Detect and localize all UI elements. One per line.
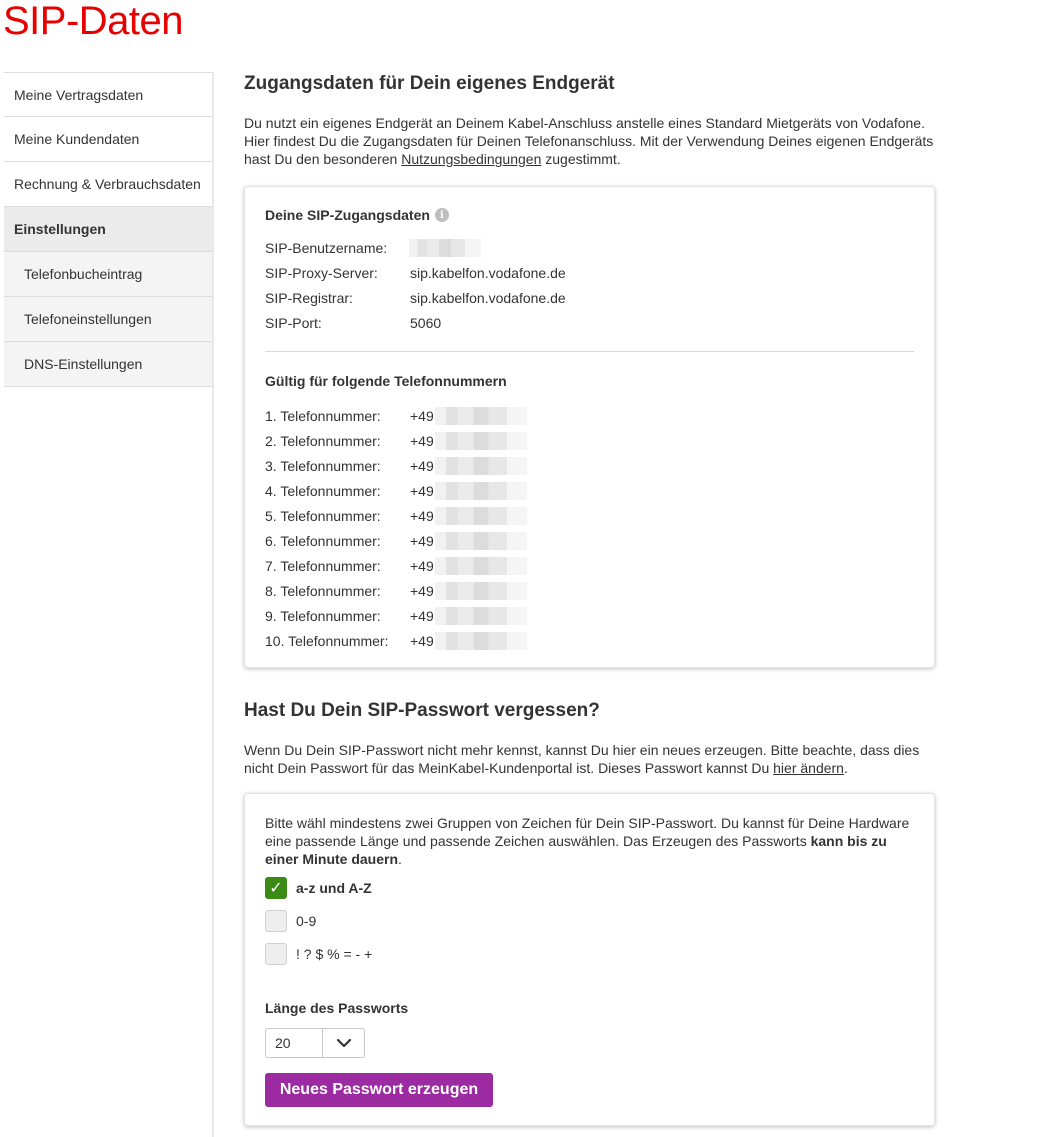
phone-number-row: 8. Telefonnummer: +49 bbox=[265, 578, 914, 603]
access-heading: Zugangsdaten für Dein eigenes Endgerät bbox=[244, 73, 615, 94]
phone-number-row: 4. Telefonnummer: +49 bbox=[265, 478, 914, 503]
phone-number-label: 9. Telefonnummer: bbox=[265, 607, 381, 624]
redacted-number bbox=[434, 531, 527, 550]
phone-number-prefix: +49 bbox=[410, 507, 434, 524]
phone-number-label: 1. Telefonnummer: bbox=[265, 407, 381, 424]
access-intro-end: zugestimmt. bbox=[541, 151, 621, 167]
checkbox-unchecked-icon[interactable] bbox=[265, 909, 287, 932]
sidebar-item-rechnung[interactable]: Rechnung & Verbrauchsdaten bbox=[4, 162, 213, 207]
option-label: a-z und A-Z bbox=[296, 879, 372, 896]
phone-number-label: 2. Telefonnummer: bbox=[265, 432, 381, 449]
length-select-value: 20 bbox=[275, 1035, 291, 1051]
phone-number-prefix: +49 bbox=[410, 457, 434, 474]
sidebar-item-einstellungen[interactable]: Einstellungen bbox=[4, 207, 213, 252]
sidebar-item-vertragsdaten[interactable]: Meine Vertragsdaten bbox=[4, 72, 213, 117]
password-intro: Wenn Du Dein SIP-Passwort nicht mehr ken… bbox=[244, 741, 936, 777]
phone-number-row: 3. Telefonnummer: +49 bbox=[265, 453, 914, 478]
redacted-number bbox=[434, 456, 527, 475]
main-content: Zugangsdaten für Dein eigenes Endgerät D… bbox=[244, 72, 936, 1126]
phone-number-label: 8. Telefonnummer: bbox=[265, 582, 381, 599]
chevron-down-icon[interactable] bbox=[322, 1029, 364, 1057]
option-symbols[interactable]: ! ? $ % = - + bbox=[265, 937, 914, 970]
info-icon[interactable]: i bbox=[434, 208, 449, 222]
card-divider bbox=[265, 351, 914, 352]
phone-number-row: 5. Telefonnummer: +49 bbox=[265, 503, 914, 528]
checkbox-unchecked-icon[interactable] bbox=[265, 942, 287, 965]
phone-number-row: 2. Telefonnummer: +49 bbox=[265, 428, 914, 453]
change-password-link[interactable]: hier ändern bbox=[773, 760, 844, 776]
phone-number-label: 10. Telefonnummer: bbox=[265, 632, 389, 649]
phone-number-label: 6. Telefonnummer: bbox=[265, 532, 381, 549]
phone-number-prefix: +49 bbox=[410, 582, 434, 599]
redacted-number bbox=[434, 481, 527, 500]
phone-number-prefix: +49 bbox=[410, 482, 434, 499]
password-heading: Hast Du Dein SIP-Passwort vergessen? bbox=[244, 700, 600, 721]
phone-number-prefix: +49 bbox=[410, 607, 434, 624]
redacted-number bbox=[434, 581, 527, 600]
phone-number-row: 6. Telefonnummer: +49 bbox=[265, 528, 914, 553]
phone-number-label: 3. Telefonnummer: bbox=[265, 457, 381, 474]
redacted-number bbox=[434, 431, 527, 450]
kv-label: SIP-Proxy-Server: bbox=[265, 264, 378, 281]
redacted-number bbox=[434, 631, 527, 650]
phone-number-list: 1. Telefonnummer: +49 2. Telefonnummer: +4… bbox=[265, 403, 914, 653]
phone-number-prefix: +49 bbox=[410, 557, 434, 574]
generate-password-button[interactable]: Neues Passwort erzeugen bbox=[265, 1073, 493, 1107]
redacted-username bbox=[409, 238, 481, 257]
numbers-title: Gültig für folgende Telefonnummern bbox=[265, 373, 507, 389]
redacted-number bbox=[434, 506, 527, 525]
sip-registrar-value: sip.kabelfon.vodafone.de bbox=[410, 289, 566, 306]
phone-number-label: 7. Telefonnummer: bbox=[265, 557, 381, 574]
sip-username-value bbox=[409, 238, 481, 257]
option-digits[interactable]: 0-9 bbox=[265, 904, 914, 937]
sip-credentials-card: Deine SIP-Zugangsdaten i SIP-Benutzernam… bbox=[244, 186, 935, 668]
access-intro: Du nutzt ein eigenes Endgerät an Deinem … bbox=[244, 114, 936, 168]
sip-credentials-title-text: Deine SIP-Zugangsdaten bbox=[265, 207, 430, 223]
password-generator-card: Bitte wähl mindestens zwei Gruppen von Z… bbox=[244, 793, 935, 1126]
sip-credentials-list: SIP-Benutzername: SIP-Proxy-Server: sip.… bbox=[265, 235, 914, 335]
redacted-number bbox=[434, 606, 527, 625]
kv-row-username: SIP-Benutzername: bbox=[265, 235, 914, 260]
option-letters[interactable]: ✓ a-z und A-Z bbox=[265, 871, 914, 904]
terms-link[interactable]: Nutzungsbedingungen bbox=[401, 151, 541, 167]
checkbox-checked-icon[interactable]: ✓ bbox=[265, 876, 287, 899]
phone-number-prefix: +49 bbox=[410, 632, 434, 649]
phone-number-row: 7. Telefonnummer: +49 bbox=[265, 553, 914, 578]
kv-row-registrar: SIP-Registrar: sip.kabelfon.vodafone.de bbox=[265, 285, 914, 310]
kv-row-proxy: SIP-Proxy-Server: sip.kabelfon.vodafone.… bbox=[265, 260, 914, 285]
phone-number-prefix: +49 bbox=[410, 532, 434, 549]
phone-number-prefix: +49 bbox=[410, 432, 434, 449]
phone-number-prefix: +49 bbox=[410, 407, 434, 424]
option-label: ! ? $ % = - + bbox=[296, 945, 373, 962]
phone-number-row: 10. Telefonnummer: +49 bbox=[265, 628, 914, 653]
phone-number-label: 5. Telefonnummer: bbox=[265, 507, 381, 524]
page-title: SIP-Daten bbox=[3, 0, 184, 43]
kv-label: SIP-Registrar: bbox=[265, 289, 353, 306]
password-generator-desc: Bitte wähl mindestens zwei Gruppen von Z… bbox=[265, 814, 915, 868]
sidebar-item-telefoneinstellungen[interactable]: Telefoneinstellungen bbox=[4, 297, 213, 342]
charset-options: ✓ a-z und A-Z 0-9 ! ? $ % = - + bbox=[265, 871, 914, 970]
redacted-number bbox=[434, 406, 527, 425]
kv-row-port: SIP-Port: 5060 bbox=[265, 310, 914, 335]
phone-number-row: 9. Telefonnummer: +49 bbox=[265, 603, 914, 628]
desc-end: . bbox=[398, 851, 402, 867]
sidebar-item-kundendaten[interactable]: Meine Kundendaten bbox=[4, 117, 213, 162]
sidebar-item-dns-einstellungen[interactable]: DNS-Einstellungen bbox=[4, 342, 213, 387]
redacted-number bbox=[434, 556, 527, 575]
kv-label: SIP-Benutzername: bbox=[265, 239, 388, 256]
sip-proxy-value: sip.kabelfon.vodafone.de bbox=[410, 264, 566, 281]
option-label: 0-9 bbox=[296, 912, 317, 929]
phone-number-label: 4. Telefonnummer: bbox=[265, 482, 381, 499]
length-select[interactable]: 20 bbox=[265, 1028, 365, 1058]
length-label: Länge des Passworts bbox=[265, 1000, 409, 1016]
sidebar-item-telefonbucheintrag[interactable]: Telefonbucheintrag bbox=[4, 252, 213, 297]
sidebar: Meine Vertragsdaten Meine Kundendaten Re… bbox=[4, 72, 213, 387]
kv-label: SIP-Port: bbox=[265, 314, 322, 331]
sidebar-divider bbox=[212, 72, 214, 1137]
sip-credentials-title: Deine SIP-Zugangsdaten i bbox=[265, 207, 914, 223]
password-intro-end: . bbox=[843, 760, 848, 776]
sip-port-value: 5060 bbox=[410, 314, 442, 331]
phone-number-row: 1. Telefonnummer: +49 bbox=[265, 403, 914, 428]
